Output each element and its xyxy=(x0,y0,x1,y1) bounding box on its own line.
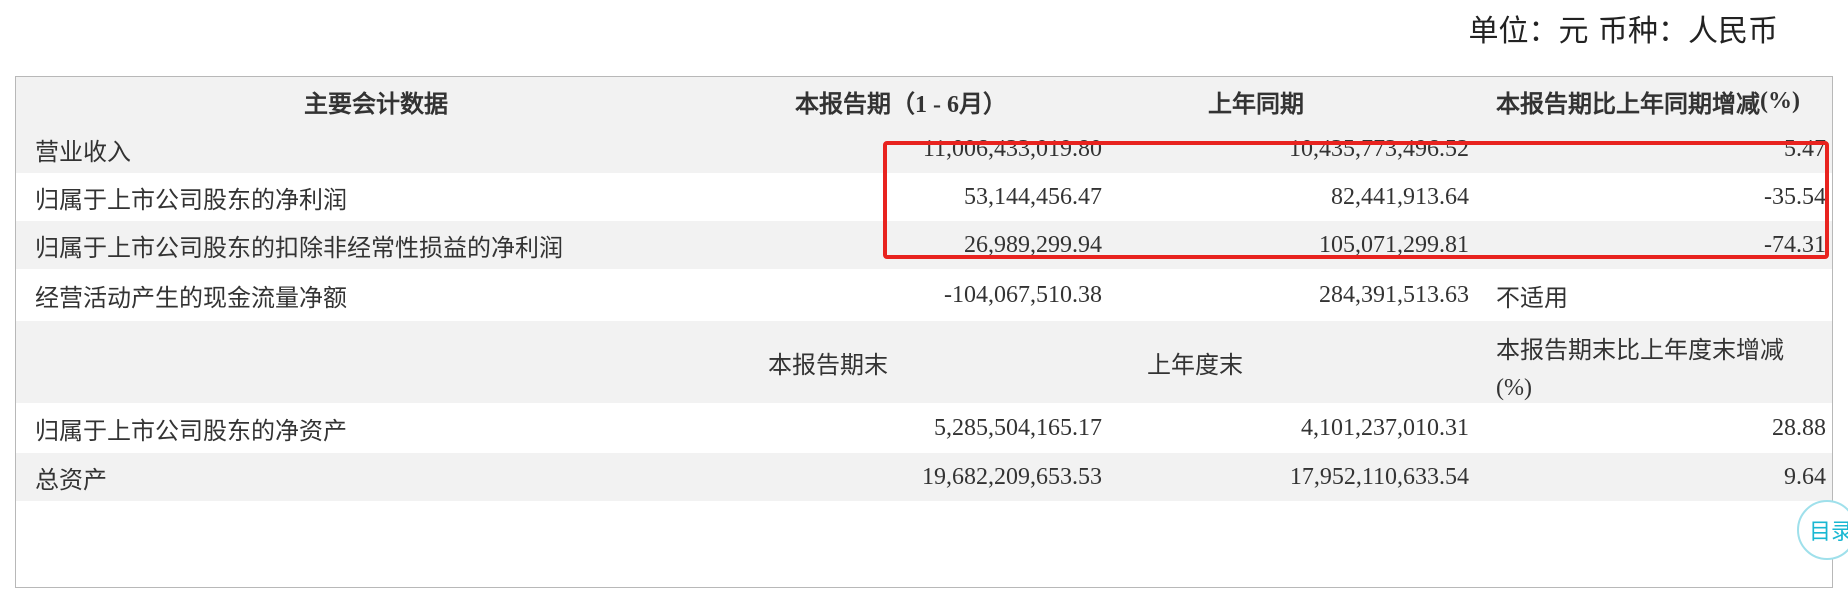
header-main-accounting-data: 主要会计数据 xyxy=(304,89,448,118)
subheader-prior-year-end: 上年度末 xyxy=(1147,350,1243,379)
table-row: 归属于上市公司股东的净利润 53,144,456.47 82,441,913.6… xyxy=(16,173,1832,221)
prior-value: 82,441,913.64 xyxy=(1331,183,1469,210)
table-row: 归属于上市公司股东的净资产 5,285,504,165.17 4,101,237… xyxy=(16,403,1832,453)
prior-value: 17,952,110,633.54 xyxy=(1289,463,1469,490)
change-value: 5.47 xyxy=(1784,135,1826,162)
current-value: 5,285,504,165.17 xyxy=(934,414,1102,441)
unit-currency-note: 单位：元 币种：人民币 xyxy=(1468,14,1778,49)
row-label: 总资产 xyxy=(35,465,107,494)
current-value: 11,006,433,019.80 xyxy=(922,135,1102,162)
table-row: 营业收入 11,006,433,019.80 10,435,773,496.52… xyxy=(16,125,1832,173)
row-label: 经营活动产生的现金流量净额 xyxy=(35,283,347,312)
table-row: 归属于上市公司股东的扣除非经常性损益的净利润 26,989,299.94 105… xyxy=(16,221,1832,269)
table-subheader-row: 本报告期末 上年度末 本报告期末比上年度末增减 (%) xyxy=(16,321,1832,403)
subheader-period-end: 本报告期末 xyxy=(768,350,888,379)
header-current-period-label: 本报告期 xyxy=(795,89,891,118)
table-row: 总资产 19,682,209,653.53 17,952,110,633.54 … xyxy=(16,453,1832,501)
prior-value: 105,071,299.81 xyxy=(1319,231,1469,258)
financial-data-table: 主要会计数据 本报告期 （1 - 6月） 上年同期 本报告期比上年同期增减 (%)… xyxy=(15,76,1833,588)
change-value: -74.31 xyxy=(1764,231,1826,258)
current-value: 19,682,209,653.53 xyxy=(922,463,1102,490)
table-row: 经营活动产生的现金流量净额 -104,067,510.38 284,391,51… xyxy=(16,269,1832,321)
change-value: -35.54 xyxy=(1764,183,1826,210)
current-value: 26,989,299.94 xyxy=(964,231,1102,258)
header-yoy-change: 本报告期比上年同期增减 (%) xyxy=(1496,77,1826,125)
header-prior-period: 上年同期 xyxy=(1208,89,1304,118)
row-label: 归属于上市公司股东的净资产 xyxy=(35,416,347,445)
row-label: 归属于上市公司股东的扣除非经常性损益的净利润 xyxy=(35,233,563,262)
row-label: 营业收入 xyxy=(35,137,131,166)
header-yoy-change-label: 本报告期比上年同期增减 xyxy=(1496,89,1760,118)
toc-button[interactable]: 目录 xyxy=(1797,500,1848,560)
subheader-change-vs-year-end: 本报告期末比上年度末增减 (%) xyxy=(1496,321,1826,403)
change-value: 28.88 xyxy=(1772,414,1826,441)
change-value: 9.64 xyxy=(1784,463,1826,490)
current-value: -104,067,510.38 xyxy=(944,281,1102,308)
row-label: 归属于上市公司股东的净利润 xyxy=(35,185,347,214)
change-value: 不适用 xyxy=(1496,283,1568,312)
prior-value: 4,101,237,010.31 xyxy=(1301,414,1469,441)
header-current-period-range: （1 - 6月） xyxy=(891,91,1007,118)
header-current-period: 本报告期 （1 - 6月） xyxy=(736,77,1066,125)
current-value: 53,144,456.47 xyxy=(964,183,1102,210)
prior-value: 284,391,513.63 xyxy=(1319,281,1469,308)
subheader-change-label: 本报告期末比上年度末增减 xyxy=(1496,336,1784,364)
header-yoy-change-unit: (%) xyxy=(1760,87,1800,114)
table-header-row: 主要会计数据 本报告期 （1 - 6月） 上年同期 本报告期比上年同期增减 (%) xyxy=(16,77,1832,125)
subheader-change-unit: (%) xyxy=(1496,375,1532,401)
prior-value: 10,435,773,496.52 xyxy=(1289,135,1469,162)
